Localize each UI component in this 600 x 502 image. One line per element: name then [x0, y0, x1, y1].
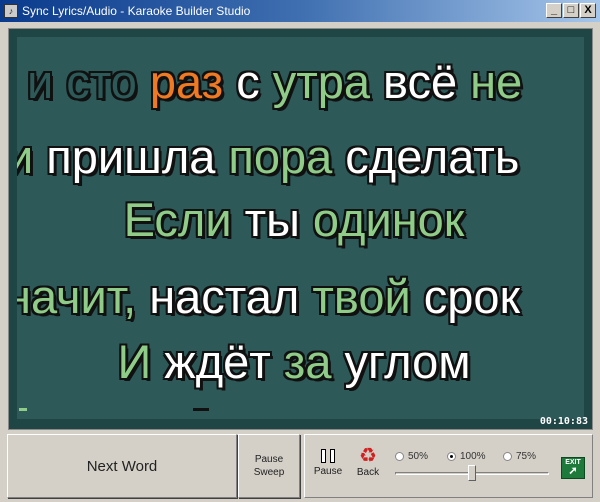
lyric-word: одинок [312, 193, 465, 246]
exit-button[interactable]: EXIT ➚ [561, 457, 585, 479]
lyrics-display: и сто раз с утра всё не и пришла пора сделать Если т… [8, 28, 593, 430]
lyric-word: и [27, 55, 54, 108]
lyric-word: и [17, 130, 34, 183]
recycle-icon: ♻ [359, 445, 377, 467]
lyric-word: сделать [345, 130, 520, 183]
close-button[interactable]: X [580, 3, 596, 18]
lyric-line: начит, настал твой срок [17, 272, 533, 322]
lyric-word: сто [66, 55, 137, 108]
radio-label: 100% [460, 451, 486, 462]
lyric-word: с [236, 55, 260, 108]
minimize-button[interactable]: _ [546, 3, 562, 18]
lyric-word: твой [312, 270, 411, 323]
lyric-line: Иждёт за углом [17, 337, 584, 387]
lyric-line: и пришла пора сделать [17, 132, 532, 182]
speed-50-radio[interactable]: 50% [395, 451, 428, 462]
maximize-button[interactable]: □ [563, 3, 579, 18]
speed-75-radio[interactable]: 75% [503, 451, 536, 462]
lyric-word: И [117, 335, 152, 388]
lyric-word: срок [423, 270, 521, 323]
lyric-word: настал [149, 270, 300, 323]
progress-marker [19, 408, 27, 411]
pause-label: Pause [313, 466, 343, 477]
progress-marker [193, 408, 209, 411]
radio-icon [447, 452, 456, 461]
pause-sweep-label: Pause [254, 454, 284, 465]
pause-icon [311, 449, 345, 463]
lyric-word: за [283, 335, 332, 388]
speed-slider-thumb[interactable] [468, 465, 476, 481]
back-button[interactable]: ♻ Back [351, 445, 385, 478]
pause-sweep-button[interactable]: Pause Sweep [238, 434, 300, 498]
time-display: 00:10:83 [539, 416, 588, 427]
radio-label: 75% [516, 451, 537, 462]
lyric-word: пора [228, 130, 333, 183]
lyric-word: ты [244, 193, 300, 246]
lyric-word: Если [123, 193, 232, 246]
lyric-word: ждёт [164, 335, 271, 388]
pause-sweep-label: Sweep [253, 467, 285, 478]
app-icon: ♪ [4, 4, 18, 18]
lyric-line: Если ты одинок [17, 195, 584, 245]
pause-button[interactable]: Pause [311, 449, 345, 477]
lyric-word: не [470, 55, 523, 108]
exit-arrow-icon: ➚ [568, 465, 578, 477]
window-title: Sync Lyrics/Audio - Karaoke Builder Stud… [22, 4, 251, 18]
radio-icon [503, 452, 512, 461]
radio-label: 50% [408, 451, 429, 462]
lyric-word: углом [344, 335, 471, 388]
playback-controls: Pause ♻ Back 50% 100% 75% EXIT ➚ [304, 434, 593, 498]
lyrics-area: и сто раз с утра всё не и пришла пора сделать Если т… [17, 37, 584, 419]
lyric-line: и сто раз с утра всё не [27, 57, 535, 107]
lyric-word: всё [383, 55, 458, 108]
back-label: Back [356, 467, 380, 478]
lyric-word: утра [272, 55, 371, 108]
title-bar: ♪ Sync Lyrics/Audio - Karaoke Builder St… [0, 0, 600, 22]
next-word-button[interactable]: Next Word [7, 434, 237, 498]
lyric-word: начит, [17, 270, 137, 323]
lyric-word: пришла [46, 130, 216, 183]
speed-100-radio[interactable]: 100% [447, 451, 486, 462]
lyric-word: раз [149, 55, 224, 108]
radio-icon [395, 452, 404, 461]
